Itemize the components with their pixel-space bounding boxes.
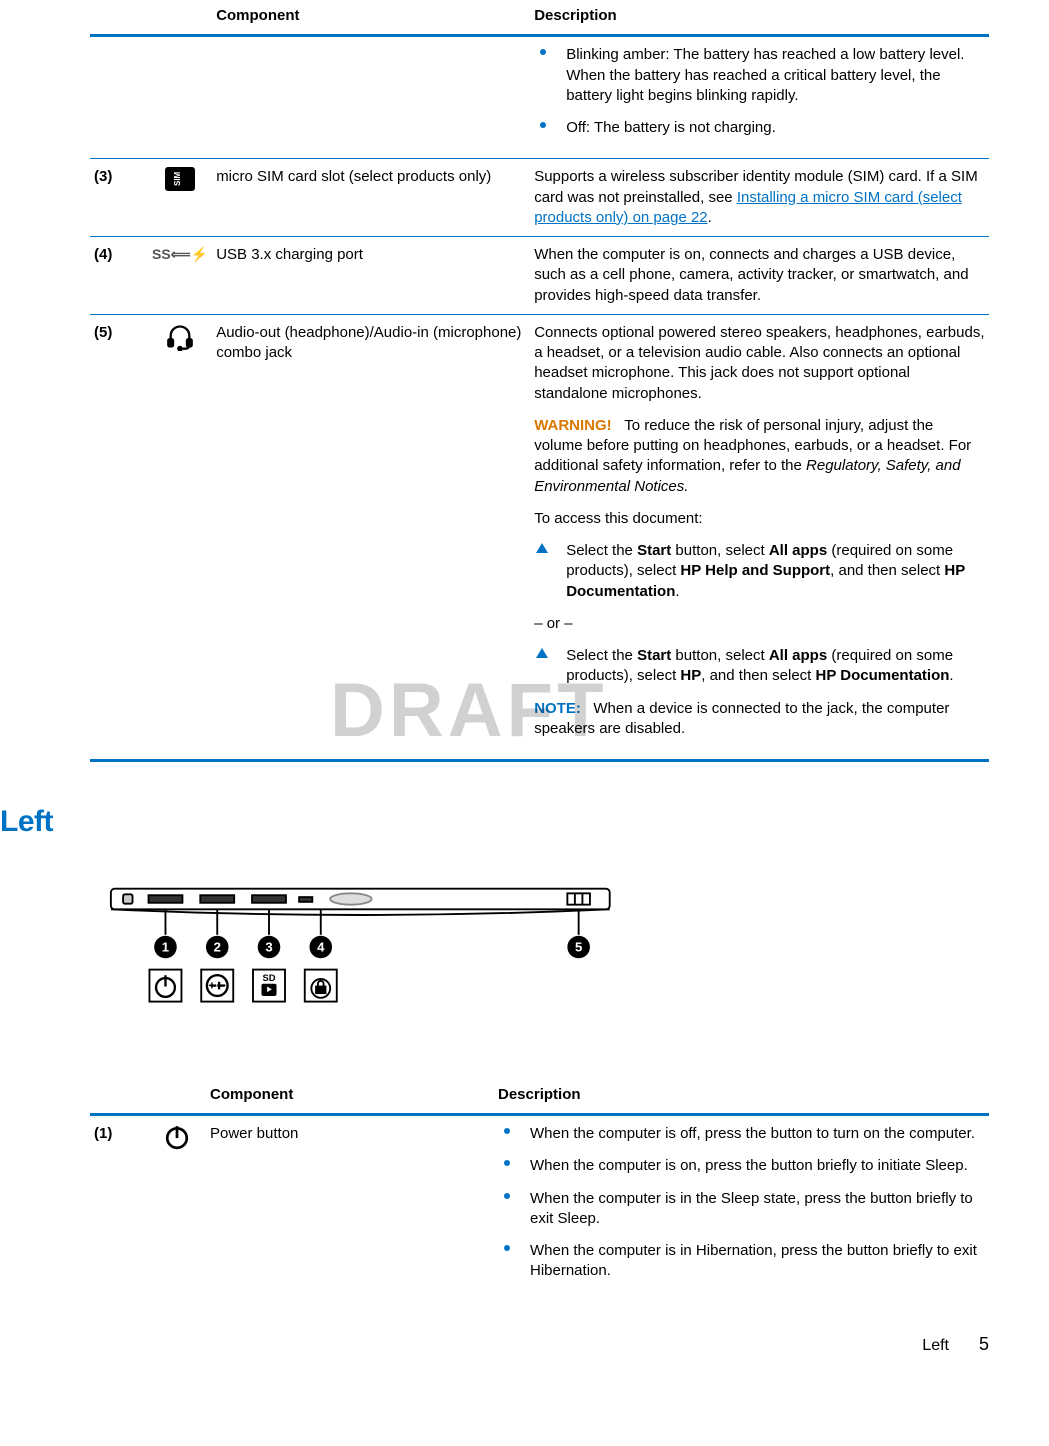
components-table-left: Component Description (1) Power button W… [90,1079,989,1302]
section-heading-left: Left [0,802,989,843]
warning-paragraph: WARNING! To reduce the risk of personal … [534,416,985,497]
callout-number: 5 [575,939,582,954]
step-item: Select the Start button, select All apps… [534,541,985,602]
battery-status-list: Blinking amber: The battery has reached … [534,45,985,138]
row-number: (3) [90,159,148,237]
list-item-text: Off: The battery is not charging. [566,119,776,136]
svg-text:SD: SD [262,971,275,982]
component-name: Audio-out (headphone)/Audio-in (micropho… [212,314,530,759]
svg-text:+ −: + − [208,978,226,992]
list-item-text: When the computer is in the Sleep state,… [530,1190,973,1227]
headset-icon [148,314,212,759]
list-item-text: When the computer is on, press the butto… [530,1157,968,1174]
triangle-bullet-icon [536,648,548,658]
triangle-bullet-icon [536,543,548,553]
component-name: micro SIM card slot (select products onl… [212,159,530,237]
power-button-behaviors: When the computer is off, press the butt… [498,1124,985,1282]
row-number: (1) [90,1115,148,1302]
access-instruction: To access this document: [534,509,985,529]
th-description: Description [494,1079,989,1115]
callout-number: 3 [265,939,272,954]
sim-card-icon [148,159,212,237]
footer-section-name: Left [922,1335,949,1357]
component-description: When the computer is on, connects and ch… [530,237,989,315]
callout-number: 2 [214,939,221,954]
row-number: (5) [90,314,148,759]
component-description: Connects optional powered stereo speaker… [534,323,985,404]
callout-number: 4 [317,939,325,954]
note-paragraph: NOTE: When a device is connected to the … [534,699,985,740]
component-description: Supports a wireless subscriber identity … [530,159,989,237]
list-item-text: Blinking amber: The battery has reached … [566,46,964,104]
component-name: Power button [206,1115,494,1302]
component-name: USB 3.x charging port [212,237,530,315]
components-table-right: Component Description Blinking amber: Th… [90,0,989,762]
left-side-illustration: 1 2 3 4 5 + − SD [90,873,989,1049]
list-item-text: When the computer is off, press the butt… [530,1125,975,1142]
th-description: Description [530,0,989,36]
warning-label: WARNING! [534,417,612,434]
th-component: Component [212,0,530,36]
footer-page-number: 5 [979,1332,989,1356]
note-label: NOTE: [534,700,581,717]
or-separator: – or – [534,614,985,634]
th-component: Component [206,1079,494,1115]
row-number: (4) [90,237,148,315]
usb-ss-charge-icon: SS⟸⚡ [148,237,212,315]
power-icon [148,1115,206,1302]
list-item-text: When the computer is in Hibernation, pre… [530,1242,977,1279]
callout-number: 1 [162,939,169,954]
step-item: Select the Start button, select All apps… [534,646,985,687]
